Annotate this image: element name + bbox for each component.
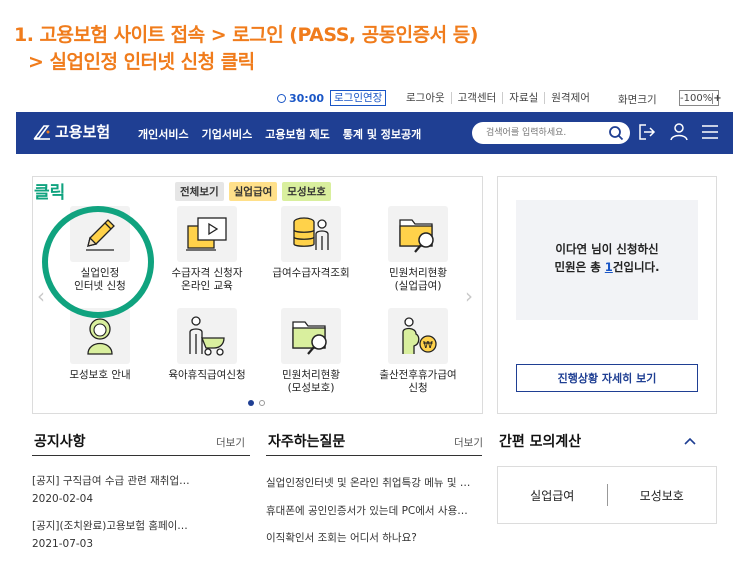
logout-link[interactable]: 로그아웃 [400,92,451,104]
search-input[interactable] [486,125,596,141]
nav-item-personal[interactable]: 개인서비스 [138,126,189,142]
stroller-parent-icon [189,316,225,356]
prev-arrow[interactable]: ‹ [37,284,45,308]
mother-won-icon: ₩ [402,317,437,354]
svg-text:₩: ₩ [423,340,433,351]
baby-icon [87,318,113,355]
user-icon[interactable] [669,122,689,142]
notices-more-link[interactable]: 더보기 [216,435,245,450]
service-maternity-benefit[interactable]: ₩ 출산전후휴가급여 신청 [368,308,468,395]
logo-text: 고용보험 [55,123,111,141]
tag-maternity[interactable]: 모성보호 [282,182,331,201]
search-box [472,122,630,144]
notices-divider [32,455,250,456]
mock-calc-title: 간편 모의계산 [499,434,582,450]
mock-calc-maternity-button[interactable]: 모성보호 [608,487,717,504]
instruction-line-1: 1. 고용보험 사이트 접속 > 로그인 (PASS, 공동인증서 등) [14,24,478,46]
highlight-circle [42,206,154,318]
folder-search-icon [399,219,434,253]
notice-date-1: 2020-02-04 [32,493,94,505]
video-lecture-icon [186,217,227,251]
service-status-maternity[interactable]: 민원처리현황 (모성보호) [261,308,361,395]
menu-icon[interactable] [701,122,719,142]
archive-link[interactable]: 자료실 [502,92,544,104]
nav-item-statistics[interactable]: 통계 및 정보공개 [343,126,422,142]
instruction-line-2: > 실업인정 인터넷 신청 클릭 [28,51,255,73]
notice-date-2: 2021-07-03 [32,538,94,550]
zoom-in-button[interactable]: + [712,92,722,104]
zoom-control: - 100% + [679,90,722,106]
service-parental-leave[interactable]: 육아휴직급여신청 [157,308,257,382]
login-extend-button[interactable]: 로그인연장 [330,90,387,106]
search-icon[interactable] [608,125,624,141]
application-summary: 이다연 님이 신청하신 민원은 총 1건입니다. [516,200,698,320]
tag-all[interactable]: 전체보기 [175,182,224,201]
session-timer: 30:00 [277,92,324,105]
coins-person-icon [293,217,329,250]
application-count[interactable]: 1 [605,260,613,274]
notice-item-2[interactable]: [공지](조치완료)고용보험 홈페이… [32,518,247,533]
instruction-heading: 1. 고용보험 사이트 접속 > 로그인 (PASS, 공동인증서 등) > 실… [14,22,478,76]
site-logo[interactable]: 고용보험 [32,121,110,142]
clock-icon [277,94,286,103]
zoom-label: 화면크기 [618,94,657,106]
chevron-up-icon[interactable] [684,436,696,446]
nav-item-system[interactable]: 고용보험 제도 [265,126,330,142]
nav-menu: 개인서비스 기업서비스 고용보험 제도 통계 및 정보공개 [138,126,421,142]
service-online-education[interactable]: 수급자격 신청자 온라인 교육 [157,206,257,293]
service-maternity-guide[interactable]: 모성보호 안내 [50,308,150,382]
carousel-dot-1[interactable] [248,400,254,406]
filter-tags: 전체보기 실업급여 모성보호 [175,182,331,201]
main-nav: 고용보험 개인서비스 기업서비스 고용보험 제도 통계 및 정보공개 [16,112,733,154]
utility-links: 로그아웃 고객센터 자료실 원격제어 [400,92,596,104]
nav-item-business[interactable]: 기업서비스 [202,126,253,142]
faq-more-link[interactable]: 더보기 [454,435,483,450]
remote-control-link[interactable]: 원격제어 [544,92,596,104]
notice-item-1[interactable]: [공지] 구직급여 수급 관련 재취업… [32,473,247,488]
view-status-button[interactable]: 진행상황 자세히 보기 [516,364,698,392]
tag-unemployment[interactable]: 실업급여 [228,182,278,201]
mock-calc-box: 실업급여 모성보호 [497,466,717,524]
folder-search-icon [292,321,327,355]
faq-divider [266,455,482,456]
faq-item-1[interactable]: 실업인정인터넷 및 온라인 취업특강 메뉴 및 … [266,475,482,490]
logout-icon[interactable] [637,122,657,142]
utility-bar: 30:00 로그인연장 로그아웃 고객센터 자료실 원격제어 화면크기 - 10… [0,90,750,108]
zoom-value: 100% [683,92,713,104]
carousel-dots [248,400,265,406]
service-status-unemployment[interactable]: 민원처리현황 (실업급여) [368,206,468,293]
faq-item-3[interactable]: 이직확인서 조회는 어디서 하나요? [266,530,482,545]
service-eligibility-check[interactable]: 급여수급자격조회 [261,206,361,280]
faq-item-2[interactable]: 휴대폰에 공인인증서가 있는데 PC에서 사용… [266,503,482,518]
click-annotation: 클릭 [34,183,66,203]
logo-icon [33,124,50,140]
mock-calc-unemployment-button[interactable]: 실업급여 [498,487,607,504]
faq-title: 자주하는질문 [268,434,346,450]
carousel-dot-2[interactable] [259,400,265,406]
notices-title: 공지사항 [34,434,86,450]
customer-center-link[interactable]: 고객센터 [450,92,503,104]
